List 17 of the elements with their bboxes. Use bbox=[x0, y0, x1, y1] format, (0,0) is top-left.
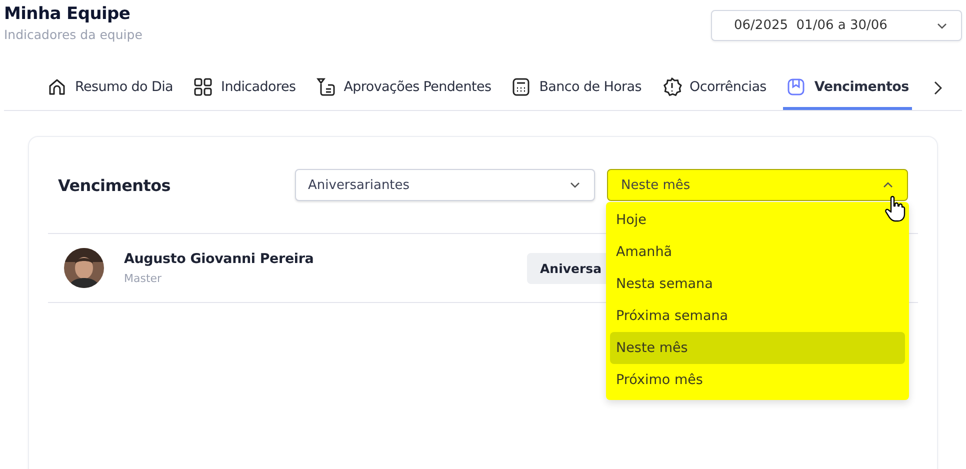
page-title: Minha Equipe bbox=[4, 4, 132, 24]
tab[interactable]: Aprovações Pendentes bbox=[312, 66, 494, 110]
employee-name: Augusto Giovanni Pereira bbox=[124, 251, 315, 267]
page-subtitle: Indicadores da equipe bbox=[4, 27, 142, 42]
dropdown-option[interactable]: Neste mês bbox=[610, 332, 905, 364]
card-title: Vencimentos bbox=[57, 176, 172, 194]
tab[interactable]: Banco de Horas bbox=[508, 66, 644, 110]
tab[interactable]: Vencimentos bbox=[783, 66, 912, 110]
tab[interactable]: Resumo do Dia bbox=[44, 66, 176, 110]
employee-role: Master bbox=[124, 272, 163, 285]
tab[interactable]: Ocorrências bbox=[658, 66, 770, 110]
tab[interactable]: Indicadores bbox=[190, 66, 299, 110]
type-select[interactable]: Aniversariantes bbox=[295, 169, 595, 201]
period-dropdown[interactable]: Neste mês bbox=[607, 169, 908, 201]
dropdown-option[interactable]: Próximo mês bbox=[610, 364, 905, 396]
period-select[interactable]: 06/2025 01/06 a 30/06 bbox=[711, 10, 962, 41]
dropdown-option[interactable]: Próxima semana bbox=[610, 300, 905, 332]
